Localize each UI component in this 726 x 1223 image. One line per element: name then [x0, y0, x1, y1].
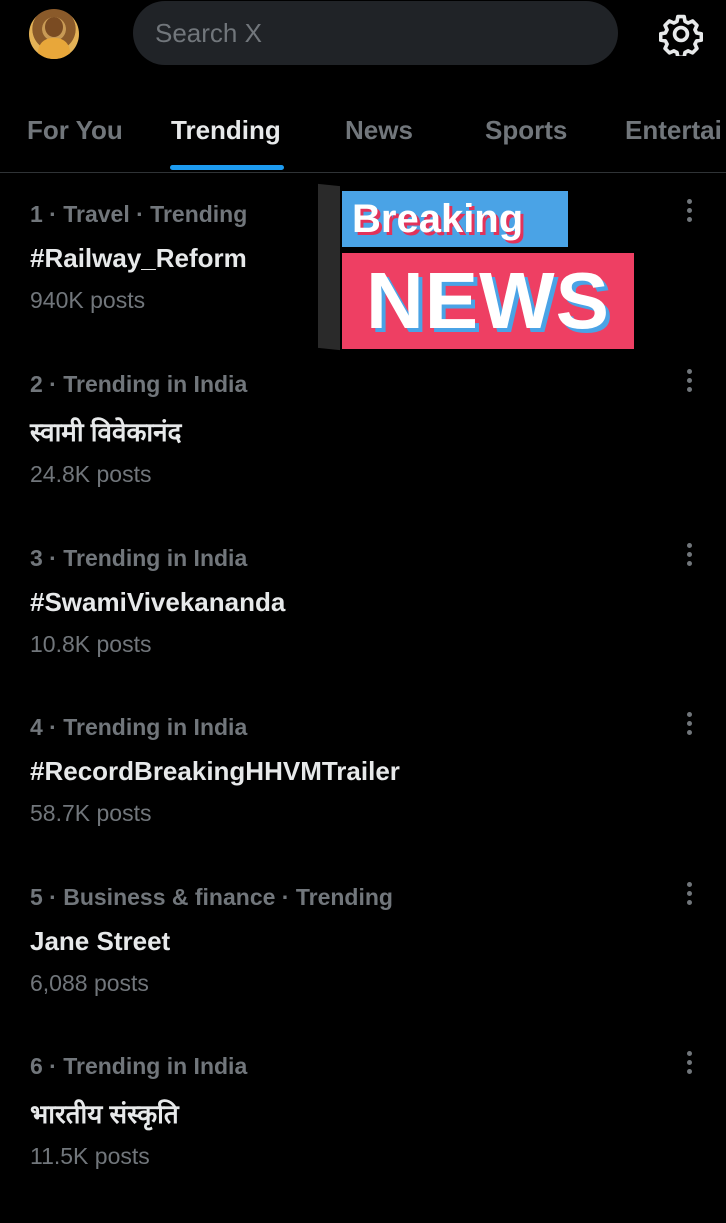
trend-post-count: 24.8K posts — [30, 461, 152, 487]
trend-name: #SwamiVivekananda — [30, 587, 286, 617]
trend-name: Jane Street — [30, 926, 171, 956]
trend-item[interactable]: 6 · Trending in India भारतीय संस्कृति 11… — [30, 1051, 710, 1223]
trend-post-count: 58.7K posts — [30, 800, 152, 826]
more-options-icon[interactable] — [682, 1047, 696, 1083]
more-options-icon[interactable] — [682, 708, 696, 744]
gear-icon[interactable] — [659, 12, 703, 56]
tab-news[interactable]: News — [345, 95, 413, 172]
trend-item[interactable]: 2 · Trending in India स्वामी विवेकानंद 2… — [30, 369, 710, 541]
trend-item[interactable]: 3 · Trending in India #SwamiVivekananda … — [30, 543, 710, 715]
trend-meta: 6 · Trending in India — [30, 1053, 248, 1079]
trend-name: #RecordBreakingHHVMTrailer — [30, 756, 400, 786]
tab-for-you[interactable]: For You — [27, 95, 123, 172]
trend-post-count: 10.8K posts — [30, 631, 152, 657]
search-input[interactable] — [155, 17, 618, 49]
more-options-icon[interactable] — [682, 539, 696, 575]
trend-item[interactable]: 4 · Trending in India #RecordBreakingHHV… — [30, 712, 710, 884]
more-options-icon[interactable] — [682, 195, 696, 231]
trend-name: भारतीय संस्कृति — [30, 1099, 179, 1129]
avatar-body — [38, 38, 70, 59]
trend-meta: 1 · Travel · Trending — [30, 201, 248, 227]
more-options-icon[interactable] — [682, 878, 696, 914]
trend-post-count: 6,088 posts — [30, 970, 149, 996]
tab-sports[interactable]: Sports — [485, 95, 567, 172]
avatar-head — [45, 17, 63, 37]
search-bar[interactable] — [133, 1, 618, 65]
more-options-icon[interactable] — [682, 365, 696, 401]
trend-name: स्वामी विवेकानंद — [30, 417, 182, 447]
active-tab-indicator — [170, 165, 284, 170]
tab-entertainment[interactable]: Entertai — [625, 95, 722, 172]
trend-meta: 5 · Business & finance · Trending — [30, 884, 393, 910]
trend-meta: 3 · Trending in India — [30, 545, 248, 571]
tab-bar: For You Trending News Sports Entertai — [0, 95, 726, 173]
tab-trending[interactable]: Trending — [171, 95, 281, 172]
trend-post-count: 11.5K posts — [30, 1143, 150, 1169]
trend-name: #Railway_Reform — [30, 243, 247, 273]
trend-meta: 4 · Trending in India — [30, 714, 248, 740]
avatar[interactable] — [29, 9, 79, 59]
trend-meta: 2 · Trending in India — [30, 371, 248, 397]
top-bar — [0, 0, 726, 80]
trend-post-count: 940K posts — [30, 287, 146, 313]
trend-item[interactable]: 5 · Business & finance · Trending Jane S… — [30, 882, 710, 1054]
trend-item[interactable]: 1 · Travel · Trending #Railway_Reform 94… — [30, 199, 710, 371]
